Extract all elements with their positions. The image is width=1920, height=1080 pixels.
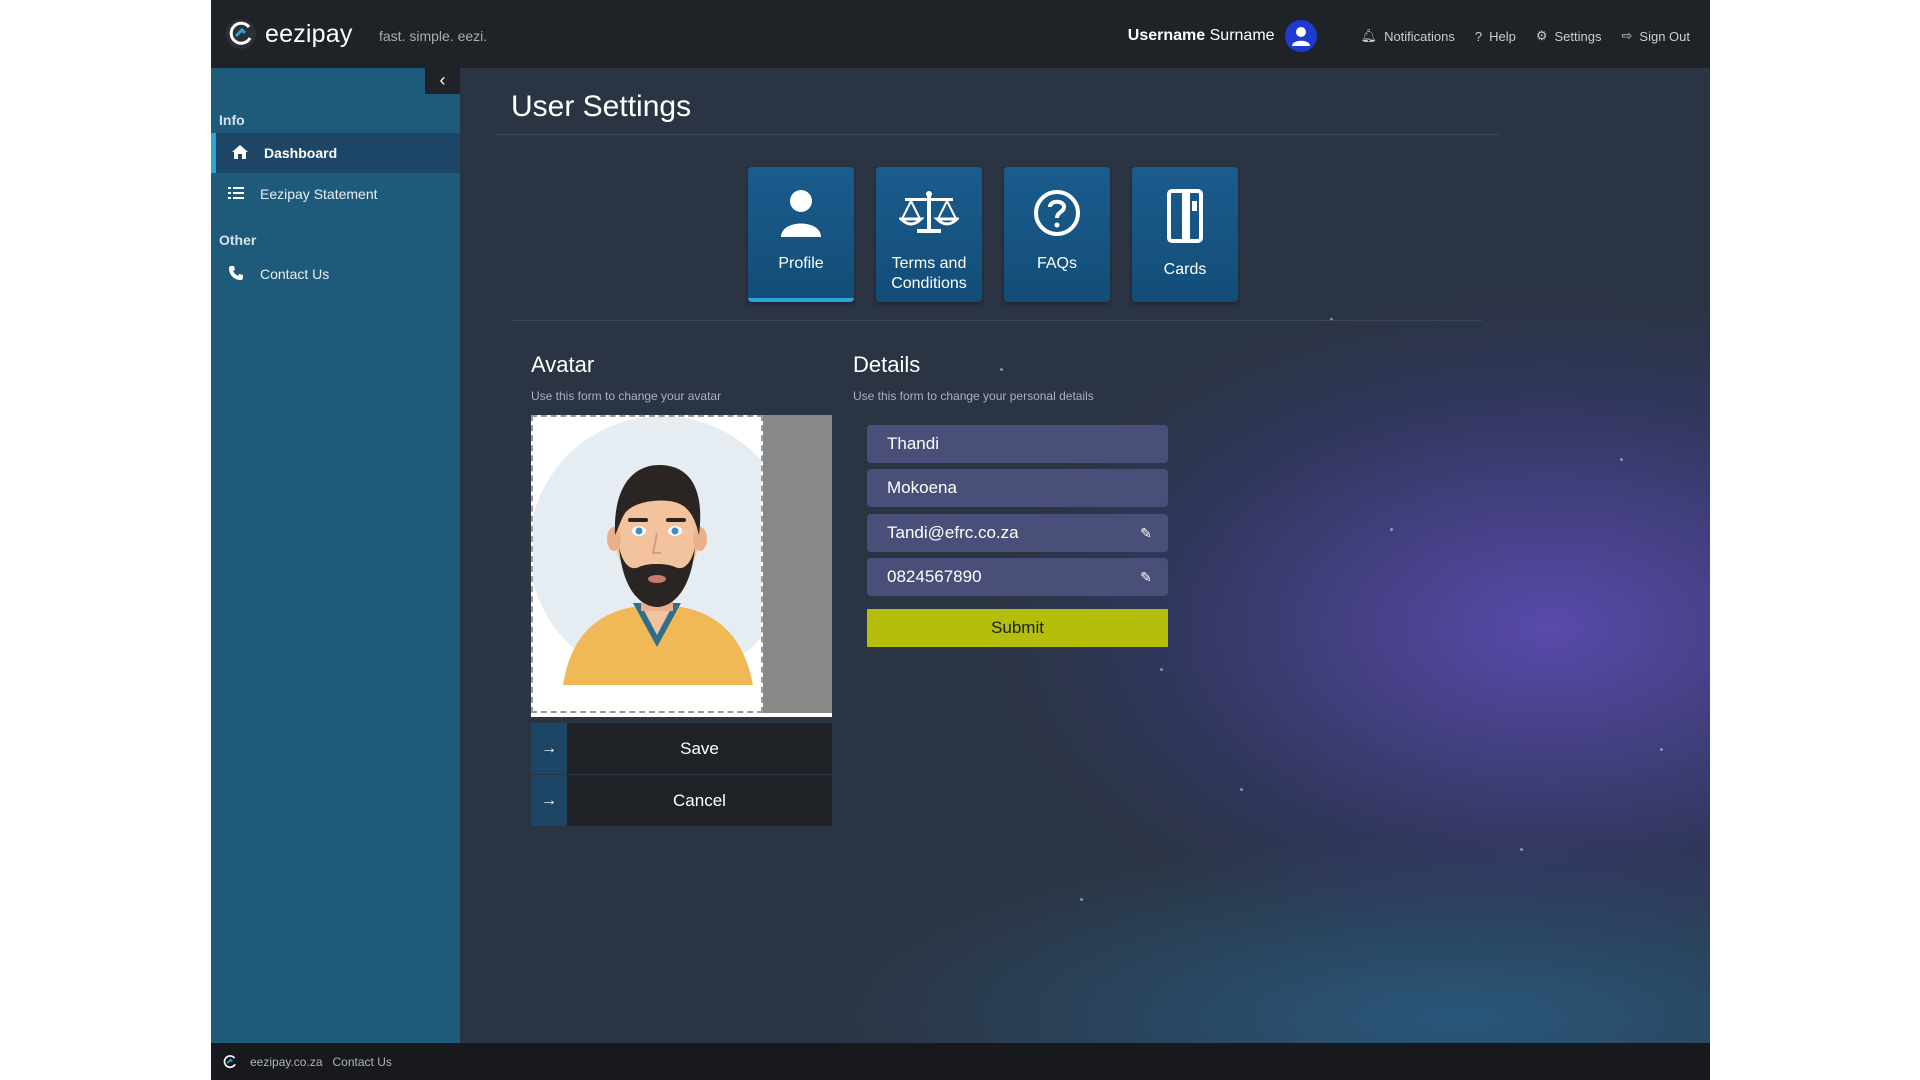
footer-contact-link[interactable]: Contact Us (333, 1055, 392, 1069)
man-avatar-illustration (529, 416, 795, 685)
submit-button[interactable]: Submit (867, 609, 1168, 647)
edit-icon[interactable]: ✎ (1136, 525, 1156, 542)
question-circle-icon (1004, 189, 1110, 242)
arrow-right-icon: → (531, 775, 567, 826)
help-link[interactable]: ? Help (1475, 29, 1516, 44)
cancel-button[interactable]: → Cancel (531, 775, 832, 826)
tile-label: Cards (1163, 261, 1207, 278)
sidebar-item-label: Eezipay Statement (260, 186, 378, 202)
app-window: eezipay fast. simple. eezi. Username Sur… (211, 0, 1710, 1080)
sign-out-icon: ⇨ (1621, 28, 1633, 43)
tile-terms-and-conditions[interactable]: Terms and Conditions (876, 167, 982, 302)
first-name-field[interactable]: Thandi (867, 425, 1168, 463)
sidebar-item-dashboard[interactable]: Dashboard (211, 133, 460, 173)
avatar-title: Avatar (531, 352, 595, 377)
notifications-link[interactable]: 🔔︎ Notifications (1361, 28, 1455, 44)
settings-link[interactable]: ⚙ Settings (1536, 28, 1602, 44)
scales-icon (876, 189, 982, 240)
user-icon (748, 189, 854, 244)
logo[interactable]: eezipay (225, 18, 353, 50)
footer: eezipay.co.za Contact Us (211, 1043, 1710, 1080)
email-field[interactable]: Tandi@efrc.co.za ✎ (867, 514, 1168, 552)
list-icon (225, 186, 247, 203)
bell-icon: 🔔︎ (1360, 28, 1378, 43)
details-subtitle: Use this form to change your personal de… (853, 389, 1094, 403)
tile-label: Profile (778, 255, 824, 272)
user-avatar[interactable] (1284, 20, 1317, 52)
settings-tiles: Profile Terms and Conditions FAQs Cards (748, 167, 1260, 302)
gear-icon: ⚙ (1535, 28, 1548, 43)
details-title: Details (853, 352, 921, 377)
avatar-border (531, 713, 832, 717)
tile-profile[interactable]: Profile (748, 167, 854, 302)
sidebar-heading-info: Info (219, 112, 245, 128)
sidebar-item-label: Dashboard (264, 145, 338, 161)
question-icon: ? (1474, 28, 1483, 44)
home-icon (229, 144, 251, 163)
edit-icon[interactable]: ✎ (1136, 569, 1156, 586)
brand-name: eezipay (265, 19, 353, 48)
eezipay-logo-icon (226, 19, 256, 49)
username[interactable]: Username Surname (1128, 27, 1275, 45)
last-name-field[interactable]: Mokoena (867, 469, 1168, 507)
avatar-icon (1291, 27, 1310, 46)
save-button[interactable]: → Save (531, 723, 832, 774)
eezipay-logo-icon (223, 1054, 236, 1068)
sidebar-heading-other: Other (219, 232, 257, 248)
tile-faqs[interactable]: FAQs (1004, 167, 1110, 302)
divider (496, 134, 1500, 135)
divider (511, 320, 1482, 321)
sign-out-link[interactable]: ⇨ Sign Out (1622, 28, 1691, 44)
phone-field[interactable]: 0824567890 ✎ (867, 558, 1168, 596)
tagline: fast. simple. eezi. (379, 28, 488, 44)
footer-site-link[interactable]: eezipay.co.za (250, 1055, 323, 1069)
card-icon (1132, 189, 1238, 248)
sidebar: ‹ Info Dashboard Eezipay Statement Other… (211, 68, 460, 1043)
chevron-left-icon: ‹ (439, 70, 446, 90)
top-bar: eezipay fast. simple. eezi. Username Sur… (211, 0, 1710, 68)
arrow-right-icon: → (531, 723, 567, 774)
avatar-image (529, 415, 795, 713)
avatar-cropper[interactable] (529, 415, 832, 717)
avatar-subtitle: Use this form to change your avatar (531, 389, 722, 403)
tile-label: FAQs (1036, 255, 1077, 272)
sidebar-item-label: Contact Us (260, 266, 330, 282)
sidebar-item-contact-us[interactable]: Contact Us (211, 254, 460, 294)
page-title: User Settings (511, 90, 692, 123)
tile-label: Terms and Conditions (891, 255, 967, 292)
phone-icon (225, 265, 247, 284)
collapse-sidebar-button[interactable]: ‹ (425, 68, 460, 94)
top-nav: Username Surname 🔔︎ Notifications ? Help… (1128, 20, 1690, 52)
tile-cards[interactable]: Cards (1132, 167, 1238, 302)
sidebar-item-eezipay-statement[interactable]: Eezipay Statement (211, 174, 460, 214)
